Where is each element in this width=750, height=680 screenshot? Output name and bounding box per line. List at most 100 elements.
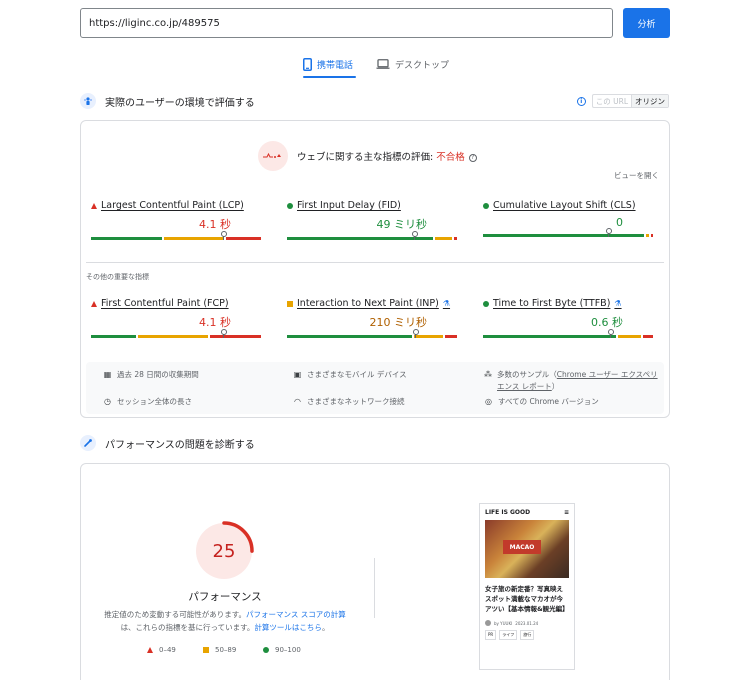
active-tab-indicator — [303, 76, 356, 78]
note-part1: 推定値のため変動する可能性があります。 — [104, 610, 246, 619]
metric-ttfb-value: 0.6 秒 — [591, 316, 623, 329]
percentile-marker — [605, 228, 612, 237]
average-square-icon — [203, 647, 209, 653]
metric-cls-link[interactable]: Cumulative Layout Shift (CLS) — [483, 200, 653, 211]
diagnose-icon — [80, 435, 96, 451]
lab-section-header: パフォーマンスの問題を診断する — [80, 435, 255, 451]
performance-score: 25 — [212, 540, 236, 562]
average-segment — [413, 335, 444, 338]
analyze-button[interactable]: 分析 — [623, 8, 670, 38]
wifi-icon: ◠ — [294, 397, 301, 406]
device-tabs: 携帯電話 デスクトップ — [0, 52, 750, 80]
average-segment — [646, 234, 650, 237]
screenshot-header: LIFE IS GOOD ≡ — [480, 504, 574, 520]
note-part3: 。 — [321, 623, 330, 632]
metric-fid-link[interactable]: First Input Delay (FID) — [287, 200, 457, 211]
good-circle-icon — [483, 202, 489, 209]
info-devices: ▣ さまざまなモバイル デバイス — [293, 369, 407, 381]
poor-triangle-icon — [91, 300, 97, 307]
info-icon[interactable]: i — [576, 96, 586, 106]
metric-cls: Cumulative Layout Shift (CLS) 0 — [483, 200, 653, 237]
url-input-wrapper[interactable] — [80, 8, 613, 38]
legend-poor-range: 0–49 — [159, 646, 176, 654]
metric-inp-link[interactable]: Interaction to Next Paint (INP) ⚗ — [287, 298, 457, 309]
poor-segment — [453, 237, 457, 240]
metric-inp-name: Interaction to Next Paint (INP) — [297, 298, 439, 309]
good-circle-icon — [287, 202, 293, 209]
lab-section-title: パフォーマンスの問題を診断する — [105, 439, 255, 451]
metric-fid-name: First Input Delay (FID) — [297, 200, 401, 211]
good-segment — [287, 335, 412, 338]
info-network: ◠ さまざまなネットワーク接続 — [293, 396, 405, 408]
good-circle-icon — [263, 647, 269, 653]
metric-distribution-bar — [483, 228, 653, 237]
metric-fcp-name: First Contentful Paint (FCP) — [101, 298, 229, 309]
tab-mobile[interactable]: 携帯電話 — [303, 52, 353, 76]
screenshot-date: 2023.01.24 — [515, 620, 539, 626]
poor-segment — [209, 335, 261, 338]
metric-lcp-link[interactable]: Largest Contentful Paint (LCP) — [91, 200, 261, 211]
metric-distribution-bar — [91, 231, 261, 240]
percentile-marker — [220, 231, 227, 240]
calendar-icon: ▦ — [103, 370, 112, 379]
expand-view-link[interactable]: ビューを開く — [614, 170, 659, 181]
legend-poor: 0–49 — [147, 646, 176, 654]
average-segment — [435, 237, 452, 240]
field-section-title: 実際のユーザーの環境で評価する — [105, 97, 255, 109]
assessment-prefix: ウェブに関する主な指標の評価: — [297, 152, 437, 163]
screenshot-tags: PR ライフ 旅行 — [485, 630, 569, 640]
origin-option[interactable]: オリジン — [631, 95, 668, 107]
core-vitals-assessment: ウェブに関する主な指標の評価: 不合格? — [258, 141, 477, 171]
metric-fcp-link[interactable]: First Contentful Paint (FCP) — [91, 298, 261, 309]
metric-distribution-bar — [287, 231, 457, 240]
info-samples-prefix: 多数のサンプル（ — [497, 370, 557, 379]
experimental-flask-icon: ⚗ — [614, 299, 622, 308]
score-calculation-link[interactable]: パフォーマンス スコアの計算 — [246, 610, 346, 619]
info-session-text: セッション全体の長さ — [117, 397, 192, 406]
average-segment — [617, 335, 642, 338]
average-segment — [164, 237, 225, 240]
screenshot-banner: MACAO — [503, 540, 541, 554]
chrome-icon: ◎ — [485, 397, 492, 406]
good-circle-icon — [483, 300, 489, 307]
metric-inp: Interaction to Next Paint (INP) ⚗ 210 ミリ秒 — [287, 298, 457, 338]
this-url-option[interactable]: この URL — [593, 95, 631, 107]
metric-distribution-bar — [91, 329, 261, 338]
poor-segment — [445, 335, 457, 338]
legend-average: 50–89 — [203, 646, 236, 654]
screenshot-hero-image: MACAO — [485, 520, 569, 578]
screenshot-author: by YUUKI — [494, 620, 513, 626]
average-segment — [137, 335, 208, 338]
devices-icon: ▣ — [293, 370, 302, 379]
tab-desktop[interactable]: デスクトップ — [376, 52, 449, 76]
legend-good-range: 90–100 — [275, 646, 301, 654]
failed-assessment-icon — [258, 141, 288, 171]
good-segment — [483, 234, 645, 237]
average-square-icon — [287, 300, 293, 307]
url-input[interactable] — [89, 17, 604, 29]
screenshot-tag: ライフ — [499, 630, 518, 640]
poor-segment — [643, 335, 653, 338]
page-screenshot: LIFE IS GOOD ≡ MACAO 女子旅の新定番？写真映えスポット満載な… — [479, 503, 575, 670]
percentile-marker — [220, 329, 227, 338]
metric-ttfb-name: Time to First Byte (TTFB) — [493, 298, 611, 309]
help-icon[interactable]: ? — [468, 153, 477, 162]
info-period: ▦ 過去 28 日間の収集期間 — [103, 369, 199, 381]
metric-fcp-value: 4.1 秒 — [199, 316, 231, 329]
poor-triangle-icon — [147, 647, 153, 653]
url-origin-segmented: この URL オリジン — [591, 94, 669, 108]
vertical-separator — [374, 558, 375, 618]
good-segment — [483, 335, 616, 338]
metric-cls-value: 0 — [616, 216, 623, 229]
metric-fid: First Input Delay (FID) 49 ミリ秒 — [287, 200, 457, 240]
percentile-marker — [607, 329, 614, 338]
info-chrome: ◎ すべての Chrome バージョン — [484, 396, 599, 408]
percentile-marker — [411, 231, 418, 240]
tab-mobile-label: 携帯電話 — [317, 60, 354, 71]
info-samples: ⁂ 多数のサンプル（Chrome ユーザー エクスペリエンス レポート） — [484, 369, 664, 393]
metric-distribution-bar — [483, 329, 653, 338]
calculator-link[interactable]: 計算ツールはこちら — [254, 623, 322, 632]
tab-desktop-label: デスクトップ — [395, 60, 450, 71]
info-chrome-text: すべての Chrome バージョン — [498, 397, 599, 406]
metric-ttfb-link[interactable]: Time to First Byte (TTFB) ⚗ — [483, 298, 653, 309]
